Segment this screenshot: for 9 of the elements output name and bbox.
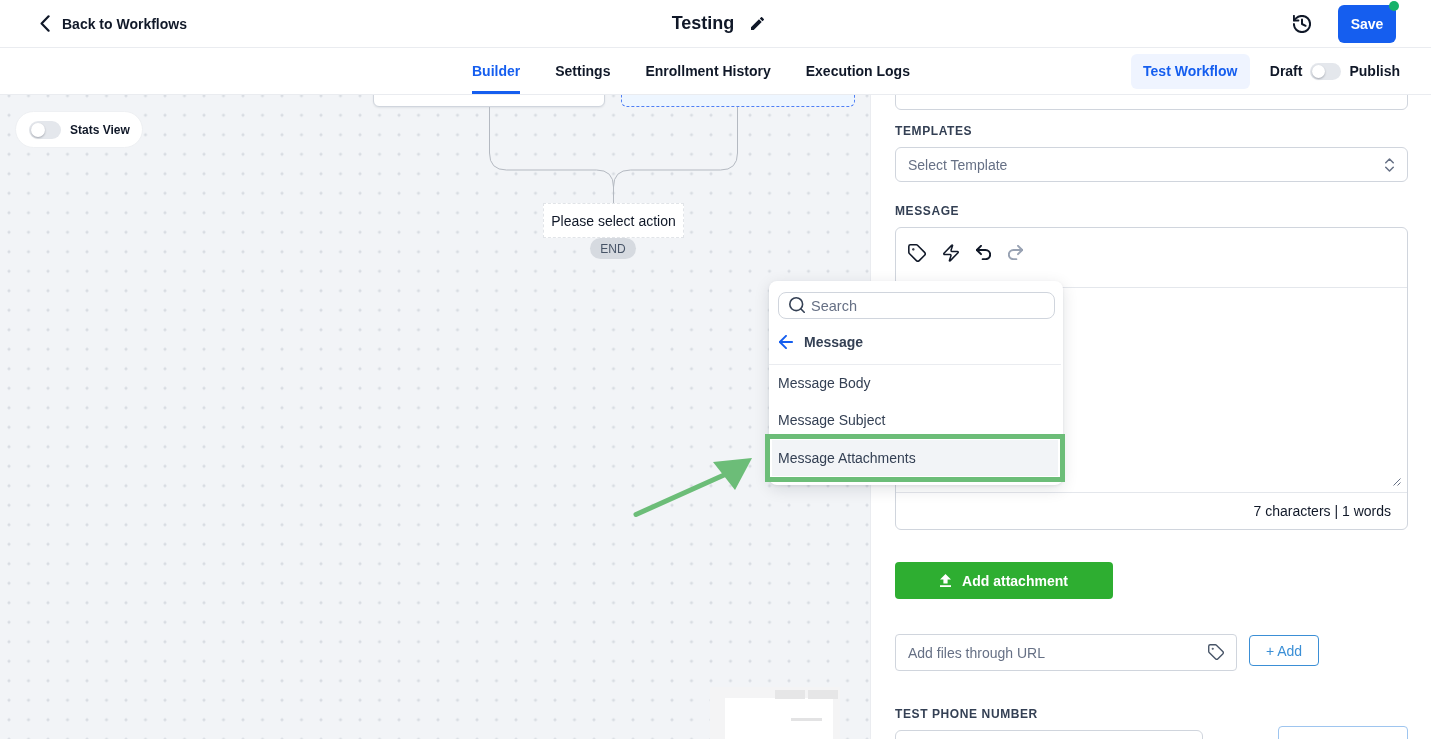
draft-label: Draft: [1269, 63, 1303, 79]
templates-label: TEMPLATES: [895, 124, 973, 138]
publish-label: Publish: [1349, 63, 1400, 79]
end-marker: END: [590, 238, 636, 259]
message-label: MESSAGE: [895, 204, 960, 218]
test-phone-label: TEST PHONE NUMBER: [895, 707, 1038, 721]
character-counter: 7 characters | 1 words: [1253, 503, 1391, 519]
workflow-title: Testing: [671, 13, 735, 34]
stats-view-label: Stats View: [70, 122, 130, 137]
